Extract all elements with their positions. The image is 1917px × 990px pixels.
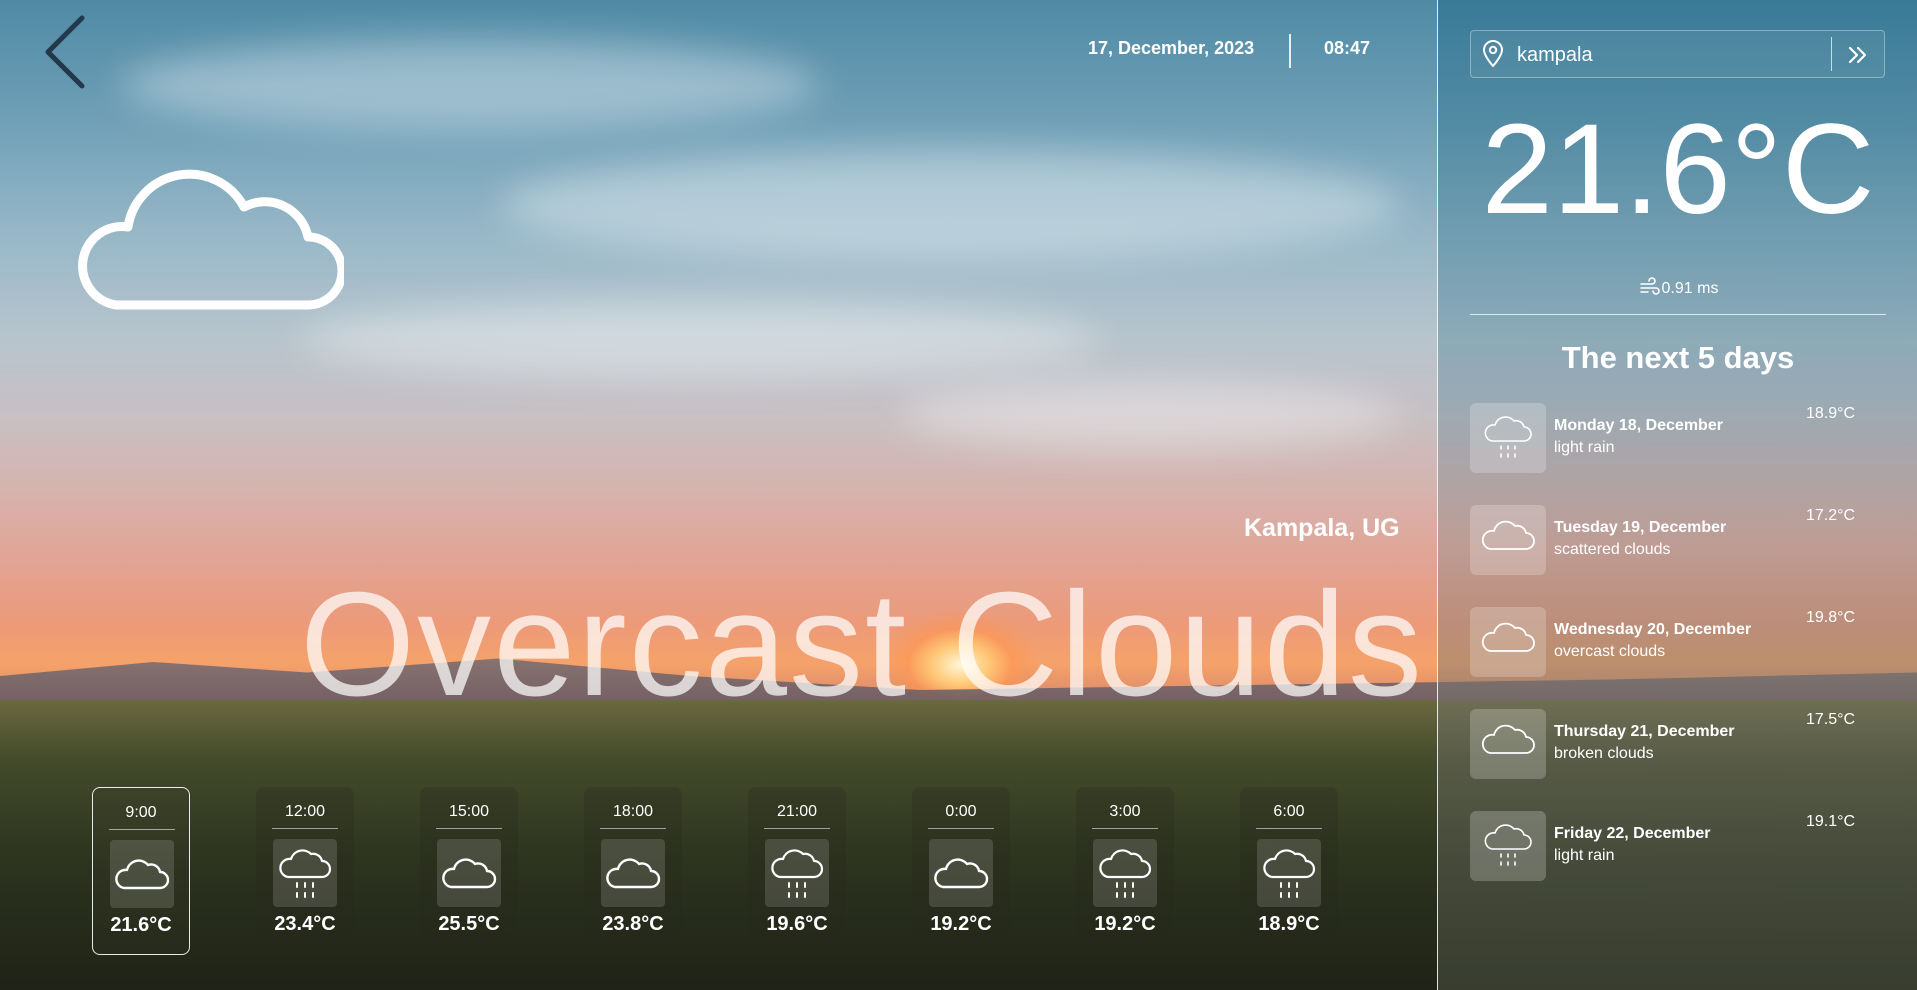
rain-icon xyxy=(1093,839,1157,907)
hour-time: 9:00 xyxy=(125,804,157,821)
hour-time: 6:00 xyxy=(1273,803,1305,820)
search-input[interactable] xyxy=(1515,39,1819,71)
hour-card[interactable]: 18:00 23.8°C xyxy=(584,787,682,955)
hour-divider xyxy=(272,828,338,829)
hour-temp: 23.8°C xyxy=(602,913,664,935)
cloud-icon xyxy=(1470,709,1546,779)
forecast-day-name: Wednesday 20, December xyxy=(1554,621,1752,638)
rain-icon xyxy=(1470,811,1546,881)
wind-icon xyxy=(1639,277,1660,295)
forecast-day-name: Friday 22, December xyxy=(1554,825,1711,842)
hour-temp: 19.6°C xyxy=(766,913,828,935)
forecast-day-name: Tuesday 19, December xyxy=(1554,519,1727,536)
forecast-day-desc: overcast clouds xyxy=(1554,643,1666,660)
current-temperature: 21.6°C xyxy=(1481,98,1875,241)
location-search xyxy=(1470,30,1885,78)
forecast-day-name: Monday 18, December xyxy=(1554,417,1723,434)
cloud-icon xyxy=(601,839,665,907)
hour-card[interactable]: 6:00 18.9°C xyxy=(1240,787,1338,955)
forecast-day-desc: light rain xyxy=(1554,847,1615,864)
forecast-day-desc: broken clouds xyxy=(1554,745,1654,762)
weather-condition: Overcast Clouds xyxy=(300,562,1424,727)
cloud-icon xyxy=(929,839,993,907)
hour-card[interactable]: 21:00 19.6°C xyxy=(748,787,846,955)
hour-card[interactable]: 12:00 23.4°C xyxy=(256,787,354,955)
wind-speed-value: 0.91 ms xyxy=(1661,280,1719,297)
hour-divider xyxy=(764,828,830,829)
hour-time: 0:00 xyxy=(945,803,977,820)
forecast-day[interactable]: Friday 22, December light rain 19.1°C xyxy=(1470,811,1890,883)
hour-card[interactable]: 9:00 21.6°C xyxy=(92,787,190,955)
forecast-day-desc: scattered clouds xyxy=(1554,541,1671,558)
hour-temp: 21.6°C xyxy=(110,914,172,936)
location-label: Kampala, UG xyxy=(1244,514,1400,542)
current-time: 08:47 xyxy=(1324,38,1371,58)
hour-divider xyxy=(1256,828,1322,829)
forecast-day[interactable]: Thursday 21, December broken clouds 17.5… xyxy=(1470,709,1890,781)
chevron-left-icon xyxy=(45,15,85,89)
hour-time: 12:00 xyxy=(284,803,326,820)
rain-icon xyxy=(1257,839,1321,907)
hour-temp: 23.4°C xyxy=(274,913,336,935)
double-chevron-right-icon xyxy=(1848,46,1867,64)
hour-divider xyxy=(436,828,502,829)
hour-temp: 19.2°C xyxy=(930,913,992,935)
rain-icon xyxy=(273,839,337,907)
side-panel: 21.6°C 0.91 ms The next 5 days Monday 18… xyxy=(1437,0,1917,990)
forecast-day-temp: 17.5°C xyxy=(1806,711,1856,728)
forecast-day-temp: 18.9°C xyxy=(1806,405,1856,422)
forecast-day-temp: 19.1°C xyxy=(1806,813,1856,830)
forecast-day[interactable]: Wednesday 20, December overcast clouds 1… xyxy=(1470,607,1890,679)
hour-temp: 19.2°C xyxy=(1094,913,1156,935)
forecast-day-temp: 19.8°C xyxy=(1806,609,1856,626)
hour-time: 3:00 xyxy=(1109,803,1141,820)
wind-speed: 0.91 ms xyxy=(1438,276,1917,298)
back-button[interactable] xyxy=(42,14,92,90)
hour-divider xyxy=(600,828,666,829)
hour-time: 15:00 xyxy=(448,803,490,820)
location-pin-icon xyxy=(1482,40,1504,68)
panel-divider xyxy=(1470,314,1886,315)
hour-time: 21:00 xyxy=(776,803,818,820)
cloud-icon xyxy=(1470,607,1546,677)
cloud-icon xyxy=(110,840,174,908)
cloud-icon xyxy=(1470,505,1546,575)
forecast-title: The next 5 days xyxy=(1561,340,1795,375)
hour-card[interactable]: 0:00 19.2°C xyxy=(912,787,1010,955)
cloud-icon xyxy=(76,155,347,315)
forecast-day-temp: 17.2°C xyxy=(1806,507,1856,524)
search-divider xyxy=(1831,37,1832,71)
cloud-icon xyxy=(437,839,501,907)
forecast-day[interactable]: Tuesday 19, December scattered clouds 17… xyxy=(1470,505,1890,577)
datetime-divider xyxy=(1289,34,1291,68)
hour-temp: 25.5°C xyxy=(438,913,500,935)
search-submit-button[interactable] xyxy=(1843,40,1873,70)
hourly-forecast: 9:00 21.6°C 12:00 23.4°C 15:00 25.5°C 18… xyxy=(92,787,1352,957)
forecast-day[interactable]: Monday 18, December light rain 18.9°C xyxy=(1470,403,1890,475)
hour-time: 18:00 xyxy=(612,803,654,820)
hour-divider xyxy=(109,829,175,830)
hour-temp: 18.9°C xyxy=(1258,913,1320,935)
hour-divider xyxy=(1092,828,1158,829)
rain-icon xyxy=(1470,403,1546,473)
forecast-day-desc: light rain xyxy=(1554,439,1615,456)
current-date: 17, December, 2023 xyxy=(1088,38,1255,58)
rain-icon xyxy=(765,839,829,907)
hour-divider xyxy=(928,828,994,829)
hour-card[interactable]: 15:00 25.5°C xyxy=(420,787,518,955)
hour-card[interactable]: 3:00 19.2°C xyxy=(1076,787,1174,955)
forecast-day-name: Thursday 21, December xyxy=(1554,723,1735,740)
